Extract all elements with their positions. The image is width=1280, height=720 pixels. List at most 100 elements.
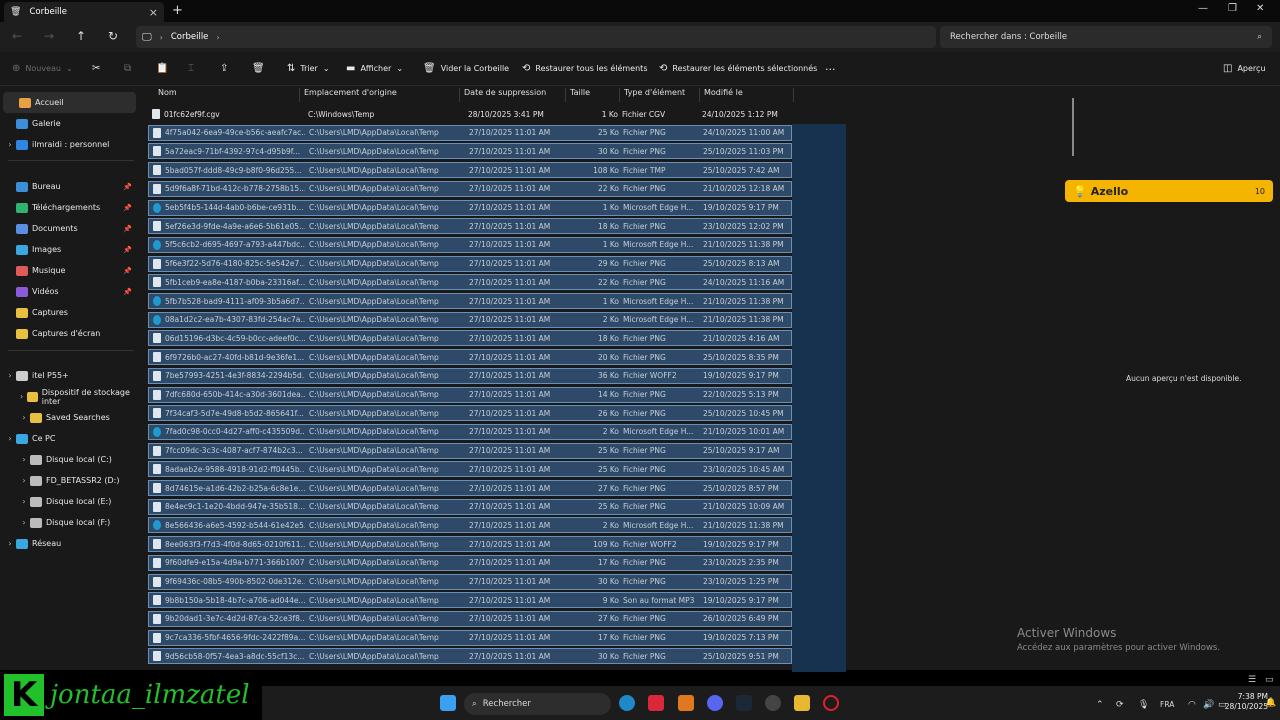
- azello-widget[interactable]: 💡 Azello 10: [1065, 180, 1273, 202]
- column-header-origin[interactable]: Emplacement d'origine: [300, 88, 460, 102]
- table-row[interactable]: 8d74615e-a1d6-42b2-b25a-6c8e1e... C:\User…: [148, 480, 792, 496]
- volume-icon[interactable]: 🔊: [1203, 700, 1214, 710]
- table-row[interactable]: 6f9726b0-ac27-40fd-b81d-9e36fe1... C:\Use…: [148, 349, 792, 366]
- table-row[interactable]: 5d9f6a8f-71bd-412c-b778-2758b15... C:\Use…: [148, 180, 792, 197]
- view-button[interactable]: ▬ Afficher ⌄: [346, 63, 403, 74]
- tiles-view-icon[interactable]: ▭: [1265, 675, 1274, 685]
- breadcrumb[interactable]: Corbeille: [171, 32, 209, 42]
- taskbar-search[interactable]: ⌕ Rechercher: [464, 693, 611, 715]
- search-input[interactable]: Rechercher dans : Corbeille ⌕: [940, 26, 1272, 48]
- table-row[interactable]: 8adaeb2e-9588-4918-91d2-ff0445b... C:\Use…: [148, 461, 792, 478]
- scrollbar[interactable]: [1072, 98, 1074, 156]
- address-field[interactable]: 🖵 › Corbeille ›: [136, 26, 936, 48]
- table-row[interactable]: 7be57993-4251-4e3f-8834-2294b5d... C:\Use…: [148, 367, 792, 384]
- details-view-icon[interactable]: ☰: [1248, 675, 1256, 685]
- sidebar-item[interactable]: › FD_BETASSR2 (D:): [0, 470, 140, 491]
- sidebar-item[interactable]: › itel P55+: [0, 365, 140, 386]
- copy-button[interactable]: ⧉: [124, 63, 131, 74]
- cut-button[interactable]: ✂: [92, 63, 100, 74]
- start-icon[interactable]: [440, 695, 456, 711]
- table-row[interactable]: 5ef26e3d-9fde-4a9e-a6e6-5b61e05... C:\Use…: [148, 218, 792, 235]
- table-row[interactable]: 9f60dfe9-e15a-4d9a-b771-366b1007... C:\Us…: [148, 554, 792, 571]
- column-header-size[interactable]: Taille: [566, 88, 620, 102]
- chevron-right-icon[interactable]: ›: [4, 371, 16, 380]
- chevron-right-icon[interactable]: ›: [18, 455, 30, 464]
- file-explorer-icon[interactable]: [794, 695, 810, 711]
- sort-button[interactable]: ⇅ Trier ⌄: [287, 63, 330, 74]
- sync-icon[interactable]: ⟳: [1116, 700, 1124, 710]
- pin-icon[interactable]: 📌: [123, 183, 132, 191]
- table-row[interactable]: 08a1d2c2-ea7b-4307-83fd-254ac7a... C:\Use…: [148, 311, 792, 328]
- pin-icon[interactable]: 📌: [123, 267, 132, 275]
- chevron-right-icon[interactable]: ›: [216, 33, 219, 42]
- new-tab-button[interactable]: +: [172, 3, 183, 18]
- table-row[interactable]: 5f5c6cb2-d695-4697-a793-a447bdc... C:\Use…: [148, 236, 792, 253]
- column-header-name[interactable]: Nom: [154, 88, 300, 102]
- clock[interactable]: 7:38 PM 28/10/2025: [1225, 692, 1268, 712]
- sidebar-item[interactable]: Documents 📌: [0, 218, 140, 239]
- table-row[interactable]: 8ee063f3-f7d3-4f0d-8d65-0210f611... C:\Us…: [148, 536, 792, 553]
- pin-icon[interactable]: 📌: [123, 225, 132, 233]
- sidebar-item[interactable]: › Disque local (F:): [0, 512, 140, 533]
- column-header-deleted[interactable]: Date de suppression: [460, 88, 566, 102]
- microphone-icon[interactable]: 🎙: [1138, 700, 1149, 710]
- chevron-right-icon[interactable]: ›: [4, 434, 16, 443]
- table-row[interactable]: 4f75a042-6ea9-49ce-b56c-aeafc7ac... C:\Us…: [148, 124, 792, 141]
- table-row[interactable]: 06d15196-d3bc-4c59-b0cc-adeef0c... C:\Use…: [148, 330, 792, 347]
- paste-button[interactable]: 📋: [156, 63, 168, 74]
- notification-icon[interactable]: 🔔: [1265, 698, 1276, 708]
- language-indicator[interactable]: FRA: [1160, 700, 1174, 709]
- discord-icon[interactable]: [707, 695, 723, 711]
- preview-toggle-button[interactable]: ◫ Aperçu: [1223, 63, 1266, 74]
- sidebar-item[interactable]: › Saved Searches: [0, 407, 140, 428]
- table-row[interactable]: 8e4ec9c1-1e20-4bdd-947e-35b518... C:\User…: [148, 498, 792, 515]
- opera-icon[interactable]: [823, 695, 839, 711]
- share-button[interactable]: ⇪: [220, 63, 228, 74]
- back-icon[interactable]: ←: [12, 29, 22, 43]
- sidebar-item[interactable]: Galerie: [0, 113, 140, 134]
- table-row[interactable]: 7f34caf3-5d7e-49d8-b5d2-865641f... C:\Use…: [148, 405, 792, 422]
- maximize-icon[interactable]: ❐: [1228, 3, 1237, 14]
- pin-icon[interactable]: 📌: [123, 204, 132, 212]
- forward-icon[interactable]: →: [44, 29, 54, 43]
- close-tab-icon[interactable]: ×: [149, 6, 158, 19]
- empty-recycle-bin-button[interactable]: 🗑 Vider la Corbeille: [423, 63, 509, 74]
- table-row[interactable]: 5fb1ceb9-ea8e-4187-b0ba-23316af... C:\Use…: [148, 274, 792, 291]
- sidebar-item[interactable]: Bureau 📌: [0, 176, 140, 197]
- table-row[interactable]: 9b8b150a-5b18-4b7c-a706-ad044e... C:\User…: [148, 592, 792, 609]
- table-row[interactable]: 7fad0c98-0cc0-4d27-aff0-c435509d... C:\Us…: [148, 423, 792, 440]
- table-row[interactable]: 5fb7b528-bad9-4111-af09-3b5a6d7... C:\Use…: [148, 293, 792, 309]
- table-row[interactable]: 9f69436c-08b5-490b-8502-0de312e... C:\Use…: [148, 573, 792, 590]
- sidebar-item[interactable]: Captures: [0, 302, 140, 323]
- sidebar-item[interactable]: › Disque local (C:): [0, 449, 140, 470]
- chevron-right-icon[interactable]: ›: [4, 539, 16, 548]
- column-header-modified[interactable]: Modifié le: [700, 88, 794, 102]
- sidebar-item[interactable]: › ilmraidi : personnel: [0, 134, 140, 155]
- up-icon[interactable]: ↑: [76, 29, 86, 43]
- sidebar-item[interactable]: Vidéos 📌: [0, 281, 140, 302]
- sidebar-item[interactable]: › Disque local (E:): [0, 491, 140, 512]
- steam-icon[interactable]: [736, 695, 752, 711]
- wps-icon[interactable]: [648, 695, 664, 711]
- column-header-type[interactable]: Type d'élément: [620, 88, 700, 102]
- new-button[interactable]: ⊕ Nouveau ⌄: [12, 63, 73, 74]
- table-row[interactable]: 01fc62ef9f.cgv C:\Windows\Temp 28/10/2025 …: [148, 106, 792, 122]
- restore-all-button[interactable]: ⟲ Restaurer tous les éléments: [522, 63, 647, 74]
- table-row[interactable]: 9b20dad1-3e7c-4d2d-87ca-52ce3f8... C:\Use…: [148, 610, 792, 627]
- rename-button[interactable]: ⌶: [188, 63, 194, 74]
- chevron-right-icon[interactable]: ›: [18, 518, 30, 527]
- restore-selected-button[interactable]: ⟲ Restaurer les éléments sélectionnés: [659, 63, 817, 74]
- sidebar-item[interactable]: Musique 📌: [0, 260, 140, 281]
- pin-icon[interactable]: 📌: [123, 288, 132, 296]
- chevron-right-icon[interactable]: ›: [18, 413, 30, 422]
- settings-icon[interactable]: [765, 695, 781, 711]
- table-row[interactable]: 8e566436-a6e5-4592-b544-61e42e5... C:\Use…: [148, 517, 792, 534]
- table-row[interactable]: 5bad057f-ddd8-49c9-b8f0-96d255... C:\User…: [148, 162, 792, 179]
- refresh-icon[interactable]: ↻: [108, 29, 118, 43]
- delete-button[interactable]: 🗑: [252, 63, 265, 74]
- edge-icon[interactable]: [619, 695, 635, 711]
- table-row[interactable]: 7dfc680d-650b-414c-a30d-3601dea... C:\Use…: [148, 386, 792, 403]
- table-row[interactable]: 5eb5f4b5-144d-4ab0-b6be-ce931b... C:\User…: [148, 199, 792, 216]
- sidebar-item[interactable]: Téléchargements 📌: [0, 197, 140, 218]
- sidebar-item[interactable]: Accueil: [3, 92, 136, 113]
